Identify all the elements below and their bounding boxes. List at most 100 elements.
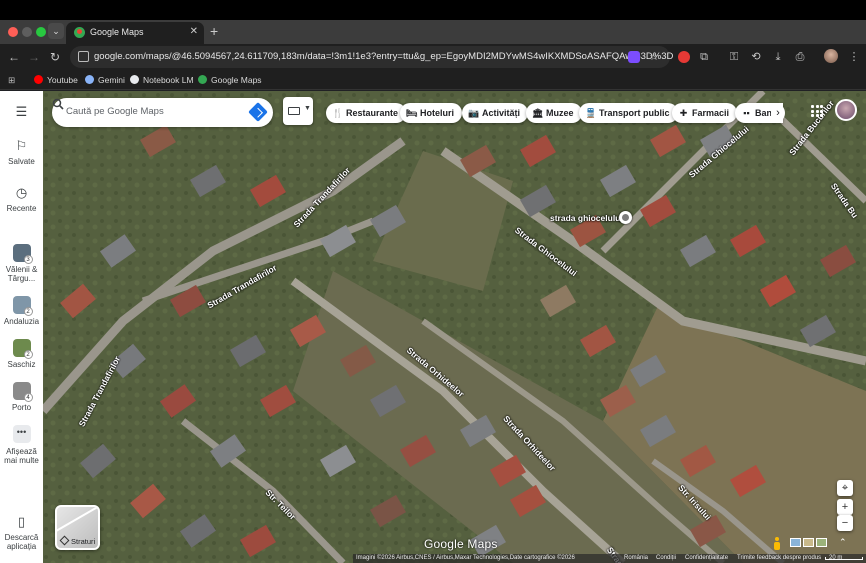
layers-button[interactable]: Straturi — [55, 505, 100, 550]
gemini-icon — [85, 75, 94, 84]
address-bar[interactable]: google.com/maps/@46.5094567,24.611709,18… — [70, 46, 673, 68]
zoom-in-button[interactable]: + — [837, 499, 853, 515]
privacy-link[interactable]: Confidențialitate — [685, 554, 728, 563]
chip-muzee[interactable]: 🏛 Muzee — [526, 103, 582, 123]
pegman-icon[interactable] — [773, 537, 781, 551]
bookmark-google-maps[interactable]: Google Maps — [198, 74, 262, 86]
recent-item-saschiz[interactable]: 2 Saschiz — [0, 339, 43, 369]
browser-toolbar: ← → ↻ google.com/maps/@46.5094567,24.611… — [0, 44, 866, 70]
minimize-window-button[interactable] — [22, 27, 32, 37]
bookmark-notebook-lm[interactable]: Notebook LM — [130, 74, 194, 86]
new-tab-button[interactable]: + — [210, 23, 218, 39]
terms-link[interactable]: Condiții — [656, 554, 676, 563]
chip-hoteluri[interactable]: 🛏 Hoteluri — [400, 103, 463, 123]
zoom-out-button[interactable]: − — [837, 515, 853, 531]
recent-item-valenii[interactable]: 3 Vălenii & Târgu... — [0, 244, 43, 283]
zoom-window-button[interactable] — [36, 27, 46, 37]
chip-restaurante[interactable]: 🍴 Restaurante — [326, 103, 407, 123]
bookmark-youtube[interactable]: Youtube — [34, 74, 78, 86]
chip-label: Restaurante — [346, 108, 399, 118]
bookmarks-bar: ⊞ Youtube Gemini Notebook LM Google Maps — [0, 70, 866, 90]
recent-item-andaluzia[interactable]: 2 Andaluzia — [0, 296, 43, 326]
print-icon[interactable]: ⎙ — [792, 49, 808, 65]
place-label[interactable]: strada ghiocelului — [550, 213, 623, 223]
imagery-attribution: Imagini ©2026 Airbus,CNES / Airbus,Maxar… — [356, 555, 575, 561]
recent-thumbnail: 2 — [12, 296, 33, 316]
recent-label: Porto — [11, 403, 32, 412]
camera-icon: 📷 — [468, 108, 480, 118]
extensions-puzzle-icon[interactable]: ⧉ — [696, 49, 712, 65]
bookmark-icon: ⚐ — [15, 138, 28, 153]
feedback-link[interactable]: Trimite feedback despre produs — [737, 554, 821, 563]
back-arrow-icon[interactable]: ← — [6, 49, 22, 65]
caret-down-icon[interactable]: ▼ — [304, 105, 311, 112]
menu-button[interactable]: ☰ — [0, 105, 43, 123]
history-icon[interactable]: ⟲ — [748, 49, 764, 65]
phone-icon: ▯ — [17, 514, 26, 529]
recent-thumbnail: 2 — [12, 339, 33, 359]
chip-label: Hoteluri — [420, 108, 455, 118]
transit-icon: 🚆 — [585, 108, 597, 118]
tab-search-button[interactable]: ⌄ — [48, 23, 64, 39]
forward-arrow-icon[interactable]: → — [26, 49, 42, 65]
bookmark-star-icon[interactable]: ☆ — [646, 49, 662, 65]
chip-label: Transport public — [599, 108, 670, 118]
tab-title: Google Maps — [90, 27, 144, 37]
chip-label: Activități — [482, 108, 521, 118]
google-apps-icon[interactable] — [811, 105, 823, 117]
download-app-button[interactable]: ▯ Descarcă aplicația — [0, 514, 43, 552]
download-icon[interactable]: ⤓ — [770, 49, 786, 65]
recent-item-porto[interactable]: 4 Porto — [0, 382, 43, 412]
saved-label: Salvate — [8, 157, 35, 166]
google-maps-icon — [198, 75, 207, 84]
chip-farmacii[interactable]: ✚ Farmacii — [672, 103, 738, 123]
browser-profile-avatar[interactable] — [824, 49, 838, 63]
country-link[interactable]: România — [624, 554, 648, 563]
window-titlebar — [0, 0, 866, 20]
atm-icon: ▪▪ — [743, 108, 750, 118]
keyboard-icon — [288, 107, 300, 115]
youtube-icon — [34, 75, 43, 84]
site-info-icon[interactable] — [78, 51, 89, 62]
download-app-label: Descarcă aplicația — [4, 533, 39, 551]
adblock-extension-icon[interactable] — [678, 51, 690, 63]
extension-icon[interactable] — [628, 51, 640, 63]
search-box[interactable] — [52, 98, 273, 127]
recents-button[interactable]: ◷ Recente — [0, 185, 43, 214]
recent-label: Andaluzia — [3, 317, 40, 326]
recents-label: Recente — [6, 204, 37, 213]
directions-icon[interactable] — [248, 102, 268, 122]
show-more-label: Afișează mai multe — [4, 447, 39, 465]
chip-activități[interactable]: 📷 Activități — [462, 103, 529, 123]
transport-layer-toggle[interactable]: ▼ — [283, 97, 313, 125]
restaurant-icon: 🍴 — [332, 108, 344, 118]
tab-close-icon[interactable]: ✕ — [190, 26, 198, 37]
password-key-icon[interactable]: ⚿ — [726, 49, 742, 65]
show-more-button[interactable]: ••• Afișează mai multe — [0, 425, 43, 465]
satellite-map[interactable]: Strada Trandafirilor Strada Trandafirilo… — [43, 91, 866, 563]
close-window-button[interactable] — [8, 27, 18, 37]
search-icon[interactable] — [52, 98, 64, 110]
account-avatar[interactable] — [835, 99, 857, 121]
bookmark-gemini[interactable]: Gemini — [85, 74, 125, 86]
chip-transport-public[interactable]: 🚆 Transport public — [579, 103, 678, 123]
recent-label: Saschiz — [7, 360, 36, 369]
browser-menu-icon[interactable]: ⋮ — [846, 49, 862, 65]
pharmacy-icon: ✚ — [679, 108, 688, 118]
tab-google-maps[interactable]: Google Maps ✕ — [66, 22, 204, 44]
place-pin-icon[interactable] — [619, 211, 632, 224]
imagery-tiles[interactable] — [790, 538, 830, 548]
my-location-button[interactable]: ⌖ — [837, 480, 853, 496]
history-clock-icon: ◷ — [15, 185, 28, 200]
reload-icon[interactable]: ↻ — [47, 49, 63, 65]
saved-button[interactable]: ⚐ Salvate — [0, 138, 43, 167]
hamburger-menu-icon: ☰ — [15, 104, 28, 119]
search-input[interactable] — [66, 106, 216, 117]
apps-grid-icon[interactable]: ⊞ — [8, 74, 15, 86]
expand-up-icon[interactable]: ⌃ — [839, 537, 847, 548]
google-maps-logo: Google Maps — [424, 537, 498, 551]
url-text[interactable]: google.com/maps/@46.5094567,24.611709,18… — [94, 51, 673, 62]
recent-thumbnail: 4 — [12, 382, 33, 402]
tab-strip: ⌄ Google Maps ✕ + — [0, 20, 866, 44]
layers-label: Straturi — [71, 537, 96, 546]
